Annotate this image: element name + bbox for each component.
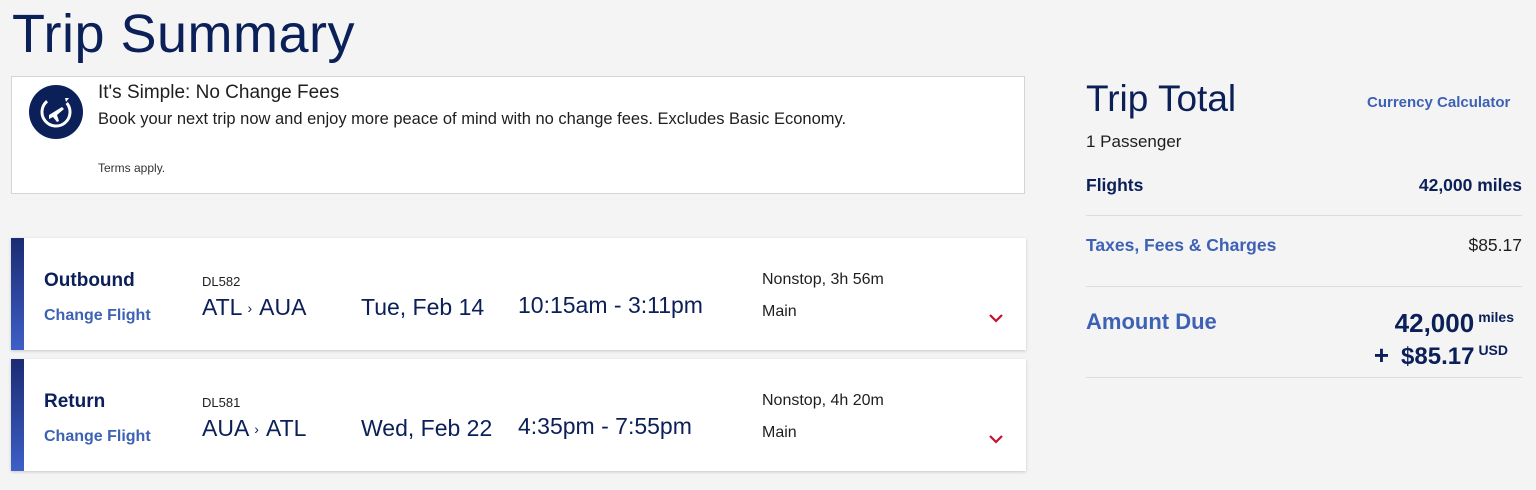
trip-total-title: Trip Total [1086, 78, 1237, 119]
card-accent-bar [11, 359, 24, 471]
promo-title: It's Simple: No Change Fees [98, 82, 340, 103]
no-change-fees-banner: It's Simple: No Change Fees Book your ne… [11, 76, 1025, 194]
flights-label: Flights [1086, 175, 1144, 195]
plus-sign: + [1373, 340, 1390, 370]
amount-due-label: Amount Due [1086, 309, 1217, 334]
amount-due-miles: 42,000 miles [1395, 308, 1514, 339]
flight-date: Tue, Feb 14 [361, 294, 485, 320]
plane-circle-icon [29, 85, 83, 139]
divider [1086, 215, 1522, 216]
origin-code: AUA [202, 415, 250, 441]
amount-usd-value: $85.17 [1401, 343, 1475, 370]
promo-terms: Terms apply. [98, 161, 166, 175]
destination-code: AUA [259, 294, 307, 320]
change-flight-link[interactable]: Change Flight [44, 307, 151, 325]
divider [1086, 377, 1522, 378]
flight-times: 4:35pm - 7:55pm [518, 413, 692, 439]
route-arrow-icon: › [247, 300, 253, 316]
flights-value: 42,000 miles [1418, 175, 1522, 195]
flight-date: Wed, Feb 22 [361, 415, 493, 441]
passenger-count: 1 Passenger [1086, 132, 1182, 151]
flight-number: DL581 [202, 395, 241, 410]
divider [1086, 286, 1522, 287]
taxes-fees-link[interactable]: Taxes, Fees & Charges [1086, 235, 1276, 256]
chevron-down-icon[interactable] [988, 433, 1004, 445]
amount-miles-unit: miles [1478, 309, 1514, 326]
route: AUA › ATL [202, 415, 306, 442]
amount-miles-value: 42,000 [1394, 308, 1475, 338]
cabin-class: Main [762, 424, 797, 441]
page-title: Trip Summary [12, 4, 356, 64]
flight-times: 10:15am - 3:11pm [518, 292, 703, 318]
leg-label: Return [44, 391, 106, 412]
origin-code: ATL [202, 294, 243, 320]
currency-calculator-link[interactable]: Currency Calculator [1367, 94, 1510, 111]
leg-label: Outbound [44, 270, 135, 291]
card-accent-bar [11, 238, 24, 350]
amount-usd-unit: USD [1478, 342, 1508, 358]
destination-code: ATL [265, 415, 307, 441]
flight-number: DL582 [202, 274, 241, 289]
taxes-value: $85.17 [1468, 235, 1522, 255]
cabin-class: Main [762, 303, 797, 320]
route: ATL › AUA [202, 294, 306, 321]
amount-due-usd: + $85.17 USD [1374, 340, 1508, 371]
chevron-down-icon[interactable] [988, 312, 1004, 324]
flight-card-outbound: Outbound Change Flight DL582 ATL › AUA Tue… [11, 238, 1026, 350]
stops-duration: Nonstop, 4h 20m [762, 392, 884, 409]
change-flight-link[interactable]: Change Flight [44, 428, 151, 446]
promo-body: Book your next trip now and enjoy more p… [98, 110, 847, 128]
stops-duration: Nonstop, 3h 56m [762, 271, 884, 288]
flight-card-return: Return Change Flight DL581 AUA › ATL Wed, … [11, 359, 1026, 471]
route-arrow-icon: › [254, 421, 259, 437]
